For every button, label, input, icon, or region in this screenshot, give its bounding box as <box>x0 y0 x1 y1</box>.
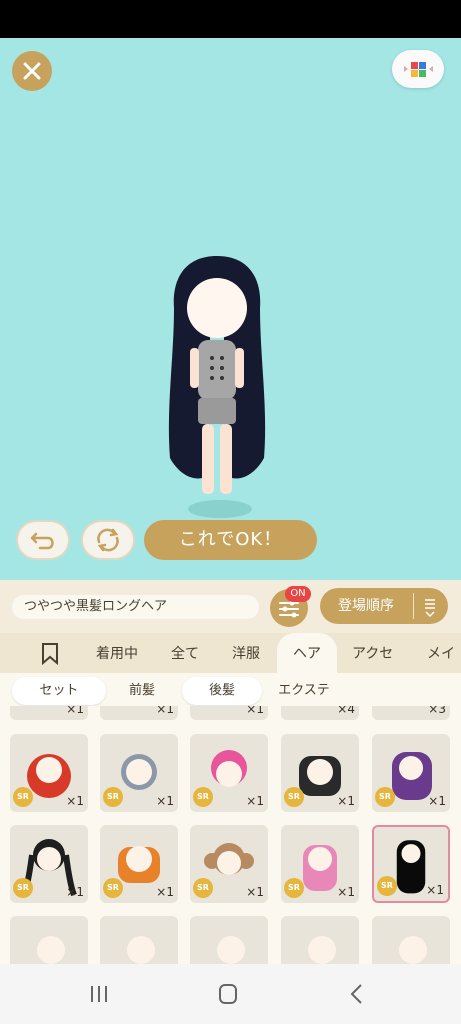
tab-accessories[interactable]: アクセ <box>352 633 393 673</box>
status-bar <box>0 0 461 38</box>
item-quantity: ×1 <box>337 885 355 899</box>
rarity-badge: SR <box>284 878 304 898</box>
rarity-badge: SR <box>103 787 123 807</box>
list-item[interactable]: ×1 <box>190 706 268 720</box>
item-quantity: ×1 <box>156 794 174 808</box>
tab-wearing[interactable]: 着用中 <box>96 633 138 673</box>
undo-icon <box>30 532 54 550</box>
item-quantity: ×1 <box>246 794 264 808</box>
filter-on-badge: ON <box>285 586 311 602</box>
subtab-extensions[interactable]: エクステ <box>268 677 340 705</box>
hair-preview-icon <box>217 936 245 964</box>
list-item[interactable] <box>372 916 450 964</box>
sort-button[interactable]: 登場順序 <box>320 588 448 624</box>
hair-preview-icon <box>37 936 65 964</box>
undo-button[interactable] <box>16 520 70 560</box>
list-item[interactable] <box>100 916 178 964</box>
sort-divider <box>413 593 414 619</box>
item-quantity: ×1 <box>156 706 174 716</box>
list-item[interactable]: SR ×1 <box>100 734 178 812</box>
avatar-figure[interactable] <box>162 248 272 518</box>
hair-preview-icon <box>399 936 427 964</box>
tab-clothes[interactable]: 洋服 <box>232 633 260 673</box>
item-quantity: ×1 <box>428 794 446 808</box>
confirm-button[interactable]: これでOK！ <box>144 520 317 560</box>
android-nav-bar <box>0 964 461 1024</box>
tab-all[interactable]: 全て <box>171 633 199 673</box>
rarity-badge: SR <box>377 876 397 896</box>
item-quantity: ×4 <box>337 706 355 716</box>
recent-apps-icon[interactable] <box>84 982 114 1006</box>
close-icon <box>23 62 41 80</box>
list-item[interactable]: SR ×1 <box>100 825 178 903</box>
item-quantity: ×3 <box>428 706 446 716</box>
item-quantity: ×1 <box>156 885 174 899</box>
rarity-badge: SR <box>103 878 123 898</box>
home-icon[interactable] <box>213 982 243 1006</box>
list-item[interactable]: ×4 <box>281 706 359 720</box>
hair-preview-icon <box>308 936 336 964</box>
item-quantity: ×1 <box>426 883 444 897</box>
item-grid: ×1 ×1 ×1 ×4 ×3 SR ×1 SR ×1 SR ×1 SR ×1 S… <box>0 706 461 964</box>
hair-preview-icon <box>127 936 155 964</box>
rotate-icon <box>97 528 119 552</box>
rotate-button[interactable] <box>81 520 135 560</box>
bookmark-icon <box>42 643 58 666</box>
item-control-row: つやつや黒髪ロングヘア ON 登場順序 <box>0 580 461 633</box>
list-item[interactable] <box>10 916 88 964</box>
subtab-bangs[interactable]: 前髪 <box>112 677 172 705</box>
item-quantity: ×1 <box>66 706 84 716</box>
item-name-field: つやつや黒髪ロングヘア <box>12 595 259 619</box>
category-tabs: 着用中 全て 洋服 ヘア アクセ メイク <box>0 633 461 673</box>
tab-hair[interactable]: ヘア <box>277 633 337 673</box>
list-item[interactable]: SR ×1 <box>10 734 88 812</box>
color-blocks-icon <box>404 62 433 77</box>
item-quantity: ×1 <box>246 706 264 716</box>
list-item[interactable]: ×1 <box>10 706 88 720</box>
list-item[interactable]: SR ×1 <box>190 825 268 903</box>
item-quantity: ×1 <box>246 885 264 899</box>
rarity-badge: SR <box>375 787 395 807</box>
list-item[interactable] <box>281 916 359 964</box>
list-item[interactable]: SR ×1 <box>190 734 268 812</box>
list-item[interactable]: SR ×1 <box>10 825 88 903</box>
item-quantity: ×1 <box>66 794 84 808</box>
list-item[interactable]: ×3 <box>372 706 450 720</box>
list-item[interactable]: SR ×1 <box>281 734 359 812</box>
tab-makeup[interactable]: メイク <box>427 633 461 673</box>
item-quantity: ×1 <box>66 885 84 899</box>
rarity-badge: SR <box>284 787 304 807</box>
close-button[interactable] <box>12 51 52 91</box>
item-quantity: ×1 <box>337 794 355 808</box>
rarity-badge: SR <box>13 787 33 807</box>
sort-order-icon <box>425 599 435 618</box>
list-item[interactable] <box>190 916 268 964</box>
list-item[interactable]: SR ×1 <box>372 734 450 812</box>
list-item[interactable]: SR ×1 <box>281 825 359 903</box>
rarity-badge: SR <box>193 787 213 807</box>
list-item-selected[interactable]: SR ×1 <box>372 825 450 903</box>
rarity-badge: SR <box>13 878 33 898</box>
avatar-stage: これでOK！ <box>0 38 461 580</box>
subtab-set[interactable]: セット <box>12 677 106 705</box>
tab-bookmark[interactable] <box>30 633 70 673</box>
sort-label: 登場順序 <box>338 598 394 614</box>
hair-subtabs: セット 前髪 後髪 エクステ <box>0 673 461 706</box>
subtab-back-hair[interactable]: 後髪 <box>182 677 262 705</box>
layout-button[interactable] <box>392 50 444 88</box>
back-icon[interactable] <box>342 982 372 1006</box>
rarity-badge: SR <box>193 878 213 898</box>
list-item[interactable]: ×1 <box>100 706 178 720</box>
